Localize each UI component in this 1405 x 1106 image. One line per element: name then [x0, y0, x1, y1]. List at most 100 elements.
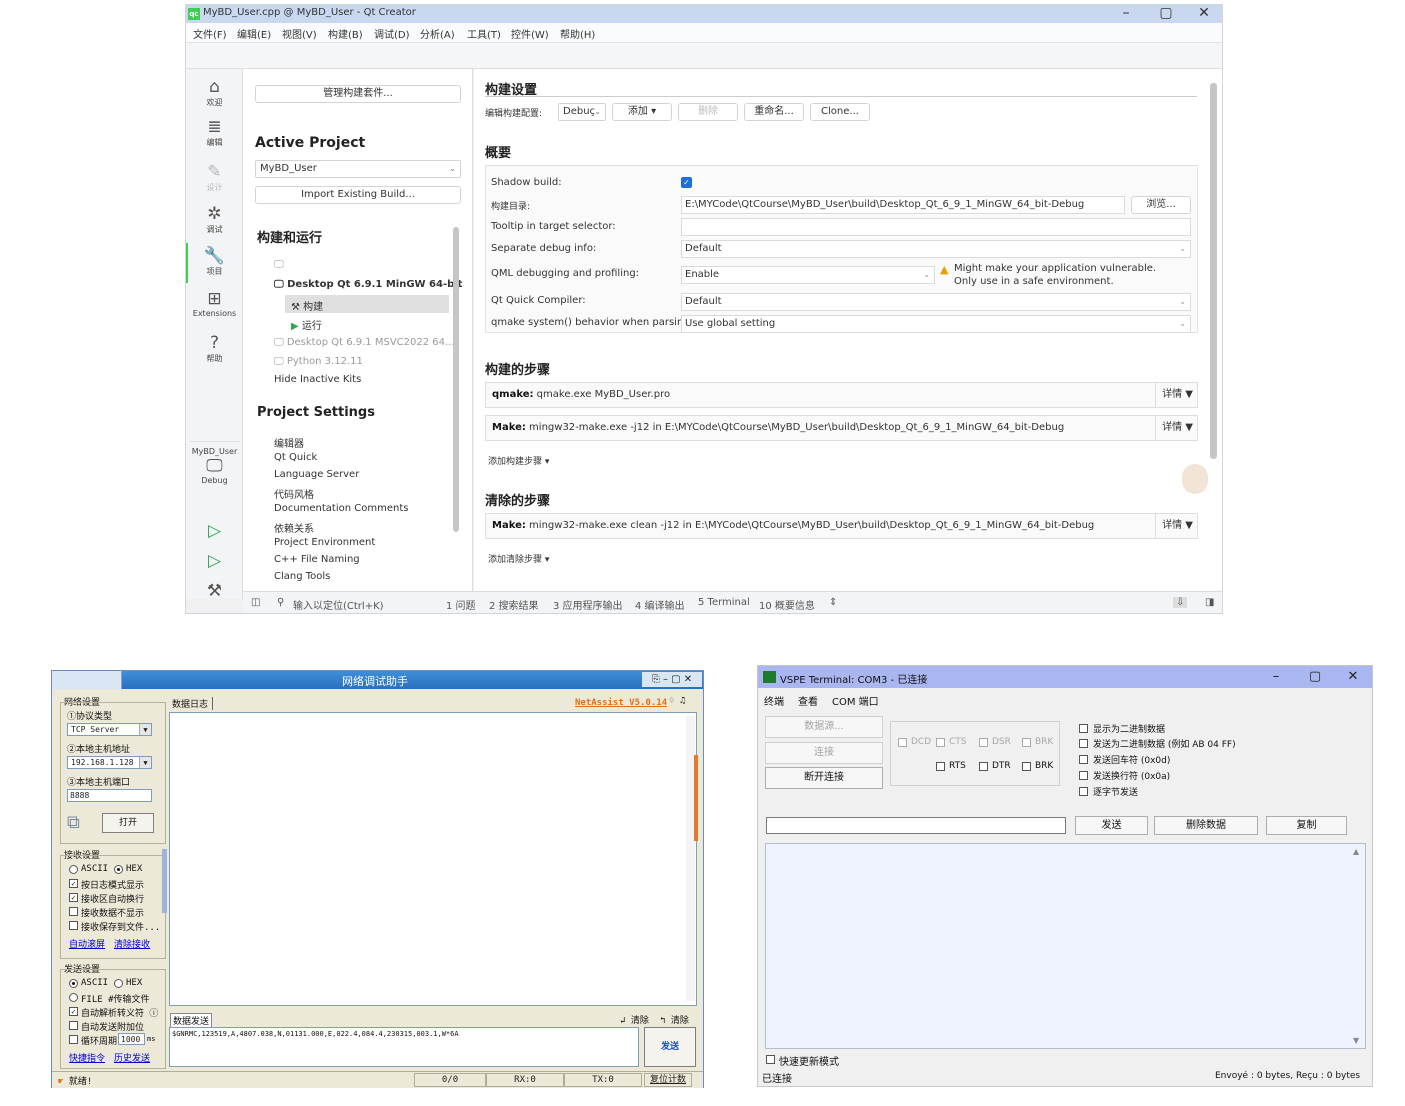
- rename-config-button[interactable]: 重命名...: [744, 103, 804, 121]
- menu-view[interactable]: 查看: [798, 693, 818, 708]
- right-pane-scrollbar[interactable]: [1210, 83, 1217, 459]
- signal-cts-checkbox[interactable]: [936, 738, 945, 747]
- qml-debug-select[interactable]: Enable ⌄: [681, 266, 935, 284]
- menu-debug[interactable]: 调试(D): [374, 26, 410, 41]
- recv-opt-checkbox[interactable]: [69, 907, 78, 916]
- cycle-input[interactable]: 1000: [118, 1033, 145, 1045]
- disconnect-button[interactable]: 断开连接: [765, 767, 883, 789]
- host-select[interactable]: 192.168.1.128 ▼: [67, 756, 152, 769]
- output-tab-general[interactable]: 10 概要信息: [759, 597, 815, 612]
- send-input[interactable]: [766, 817, 1066, 834]
- sep-debug-select[interactable]: Default ⌄: [681, 240, 1191, 258]
- send-opt-checkbox[interactable]: [69, 1021, 78, 1030]
- protocol-select[interactable]: TCP Server ▼: [67, 723, 152, 736]
- mode-debug[interactable]: ✲ 调试: [186, 204, 243, 235]
- clean-make-step[interactable]: Make: mingw32-make.exe clean -j12 in E:\…: [485, 513, 1198, 539]
- quick-compiler-select[interactable]: Default ⌄: [681, 293, 1191, 311]
- settings-item[interactable]: Clang Tools: [274, 571, 330, 582]
- locator-input[interactable]: 输入以定位(Ctrl+K): [293, 597, 384, 612]
- connect-button[interactable]: 连接: [765, 742, 883, 764]
- kit-inactive-msvc[interactable]: 🖵 Desktop Qt 6.9.1 MSVC2022 64...: [274, 337, 455, 348]
- signal-brk2-checkbox[interactable]: [1022, 762, 1031, 771]
- terminal-output-area[interactable]: [765, 843, 1366, 1049]
- reset-count-button[interactable]: 复位计数: [644, 1073, 692, 1087]
- signal-dcd-checkbox[interactable]: [898, 738, 907, 747]
- fast-update-checkbox[interactable]: [766, 1055, 775, 1064]
- assistant-avatar-icon[interactable]: [1182, 464, 1208, 494]
- restore-icon[interactable]: ▢: [1156, 5, 1176, 21]
- close-icon[interactable]: ✕: [1194, 5, 1214, 21]
- option-checkbox[interactable]: [1079, 771, 1088, 780]
- mode-extensions[interactable]: ⊞ Extensions: [186, 289, 243, 318]
- option-checkbox[interactable]: [1079, 787, 1088, 796]
- window-buttons[interactable]: ⎘ – ▢ ✕: [642, 672, 702, 687]
- send-input-area[interactable]: $GNRMC,123519,A,4807.038,N,01131.000,E,0…: [169, 1027, 639, 1067]
- delete-config-button[interactable]: 删除: [678, 103, 738, 121]
- send-hex-radio[interactable]: [114, 979, 123, 988]
- menu-view[interactable]: 视图(V): [282, 26, 317, 41]
- shortcut-link[interactable]: 快捷指令: [69, 1051, 105, 1064]
- browse-button[interactable]: 浏览...: [1131, 196, 1191, 214]
- make-step[interactable]: Make: mingw32-make.exe -j12 in E:\MYCode…: [485, 415, 1198, 441]
- settings-item[interactable]: Qt Quick: [274, 452, 317, 463]
- option-checkbox[interactable]: [1079, 739, 1088, 748]
- qmake-step[interactable]: qmake: qmake.exe MyBD_User.pro 详情 ▼: [485, 382, 1198, 408]
- recv-ascii-radio[interactable]: [69, 865, 78, 874]
- clone-config-button[interactable]: Clone...: [810, 103, 870, 121]
- build-config-select[interactable]: Debuç ⌄: [558, 103, 606, 121]
- minimize-icon[interactable]: –: [1116, 5, 1136, 21]
- build-dir-input[interactable]: E:\MYCode\QtCourse\MyBD_User\build\Deskt…: [681, 196, 1125, 214]
- add-clean-step-button[interactable]: 添加清除步骤 ▾: [488, 552, 549, 565]
- settings-item[interactable]: Project Environment: [274, 537, 375, 548]
- menu-terminal[interactable]: 终端: [764, 693, 784, 708]
- copy-button[interactable]: 复制: [1266, 816, 1347, 835]
- settings-item[interactable]: Documentation Comments: [274, 503, 408, 514]
- signal-dtr-checkbox[interactable]: [979, 762, 988, 771]
- send-file-radio[interactable]: [69, 993, 78, 1002]
- menu-tools[interactable]: 工具(T): [467, 26, 501, 41]
- toggle-sidebar-icon[interactable]: ◫: [251, 597, 260, 608]
- pin-bell-icons[interactable]: ♢ ♫: [669, 696, 685, 706]
- minimize-icon[interactable]: –: [1266, 669, 1286, 684]
- signal-rts-checkbox[interactable]: [936, 762, 945, 771]
- active-project-select[interactable]: MyBD_User ⌄: [255, 160, 461, 178]
- delete-data-button[interactable]: 删除数据: [1154, 816, 1258, 835]
- auto-scroll-link[interactable]: 自动滚屏: [69, 937, 105, 950]
- output-tab-app[interactable]: 3 应用程序输出: [553, 597, 623, 612]
- recv-opt-checkbox[interactable]: ✓: [69, 879, 78, 888]
- system-menu-icon[interactable]: [52, 671, 122, 689]
- receive-log-area[interactable]: [169, 712, 697, 1006]
- send-opt-checkbox[interactable]: ✓: [69, 1007, 78, 1016]
- menu-edit[interactable]: 编辑(E): [237, 26, 271, 41]
- log-tab[interactable]: 数据日志: [172, 697, 214, 710]
- recv-hex-radio[interactable]: [114, 865, 123, 874]
- hide-inactive-kits[interactable]: Hide Inactive Kits: [274, 374, 361, 385]
- close-icon[interactable]: ✕: [1343, 669, 1363, 684]
- send-ascii-radio[interactable]: [69, 979, 78, 988]
- datasource-button[interactable]: 数据源...: [765, 716, 883, 738]
- cycle-checkbox[interactable]: [69, 1035, 78, 1044]
- port-input[interactable]: 8888: [67, 789, 152, 802]
- debug-run-button[interactable]: ▷: [186, 551, 243, 571]
- mode-projects[interactable]: 🔧 项目: [186, 246, 243, 277]
- send-button[interactable]: 发送: [1075, 816, 1148, 835]
- output-tab-compile[interactable]: 4 编译输出: [635, 597, 685, 612]
- import-build-button[interactable]: Import Existing Build...: [255, 186, 461, 204]
- settings-item[interactable]: C++ File Naming: [274, 554, 360, 565]
- settings-item[interactable]: Language Server: [274, 469, 359, 480]
- mode-edit[interactable]: ≣ 编辑: [186, 117, 243, 148]
- history-link[interactable]: 历史发送: [114, 1051, 150, 1064]
- output-tabs-more[interactable]: ⇕: [829, 597, 837, 608]
- left-pane-scrollbar[interactable]: [453, 227, 459, 532]
- clear-all-button[interactable]: ↰ 清除: [660, 1013, 689, 1026]
- mode-help[interactable]: ? 帮助: [186, 333, 243, 364]
- kit-build-item[interactable]: ⚒ 构建: [291, 298, 323, 313]
- settings-item[interactable]: 代码风格: [274, 486, 314, 501]
- send-tab[interactable]: 数据发送: [170, 1013, 213, 1028]
- signal-dsr-checkbox[interactable]: [979, 738, 988, 747]
- signal-brk-checkbox[interactable]: [1022, 738, 1031, 747]
- target-selector[interactable]: MyBD_User 🖵 Debug: [186, 447, 243, 485]
- output-tab-search[interactable]: 2 搜索结果: [489, 597, 539, 612]
- menu-build[interactable]: 构建(B): [328, 26, 363, 41]
- mode-design[interactable]: ✎ 设计: [186, 162, 243, 193]
